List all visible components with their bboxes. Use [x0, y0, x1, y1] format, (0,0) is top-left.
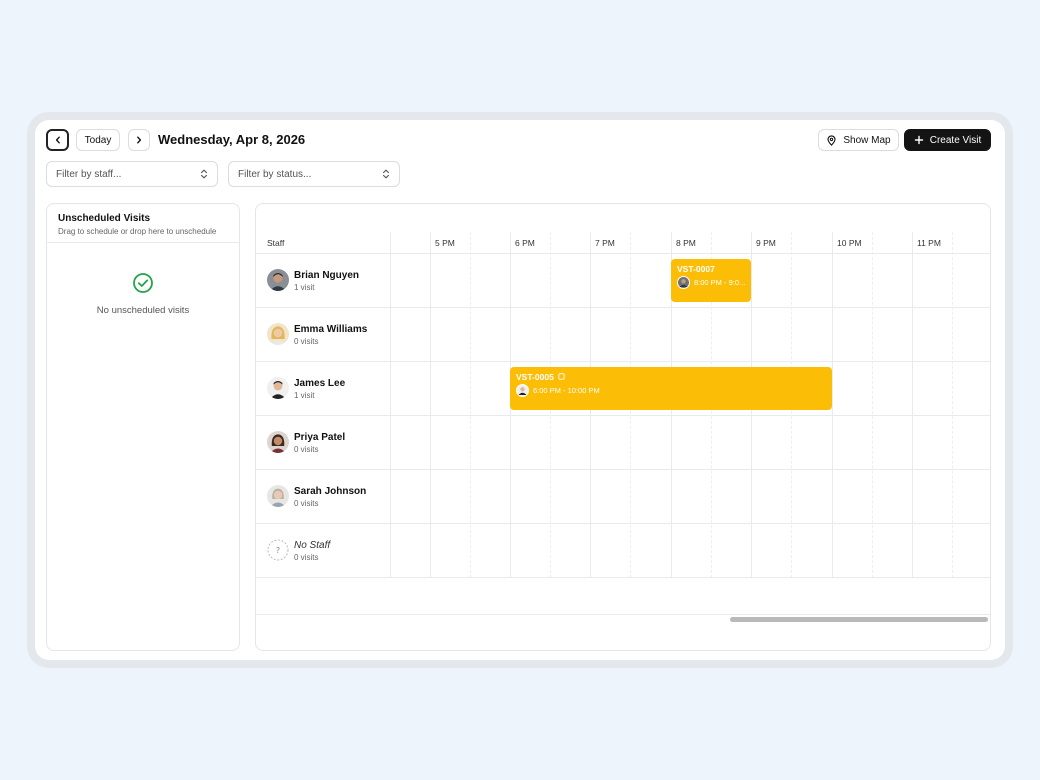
create-visit-label: Create Visit	[929, 134, 982, 146]
map-pin-icon	[827, 134, 836, 146]
unassigned-avatar: ?	[267, 539, 289, 561]
unscheduled-subtitle: Drag to schedule or drop here to unsched…	[58, 227, 217, 236]
visit-block-vst-0007[interactable]: VST-0007 8:00 PM - 9:0...	[671, 259, 751, 302]
visit-count: 1 visit	[294, 391, 315, 400]
staff-name: Brian Nguyen	[294, 270, 360, 281]
staff-row[interactable]: Priya Patel 0 visits	[256, 416, 990, 470]
avatar	[267, 431, 289, 453]
recurring-icon	[558, 373, 565, 380]
staff-row[interactable]: ? No Staff 0 visits	[256, 524, 990, 578]
today-button[interactable]: Today	[76, 129, 120, 151]
visit-id: VST-0007	[677, 264, 715, 274]
staff-name: No Staff	[294, 540, 331, 551]
staff-row[interactable]: Sarah Johnson 0 visits	[256, 470, 990, 524]
avatar	[267, 377, 289, 399]
staff-filter-placeholder: Filter by staff...	[56, 168, 122, 180]
hour-label: 11 PM	[917, 238, 941, 248]
plus-icon	[914, 135, 923, 145]
chevron-right-icon	[137, 136, 142, 144]
chevron-left-icon	[55, 136, 60, 144]
visit-block-vst-0005[interactable]: VST-0005 6:00 PM - 10:00 PM	[510, 367, 832, 410]
visit-count: 0 visits	[294, 337, 319, 346]
svg-text:?: ?	[276, 546, 280, 555]
avatar	[267, 485, 289, 507]
visit-count: 0 visits	[294, 553, 319, 562]
empty-state-text: No unscheduled visits	[96, 305, 190, 316]
staff-row[interactable]: Emma Williams 0 visits	[256, 308, 990, 362]
hour-label: 5 PM	[435, 238, 455, 248]
visit-count: 0 visits	[294, 445, 319, 454]
empty-state: No unscheduled visits	[47, 272, 239, 316]
staff-filter-select[interactable]: Filter by staff...	[46, 161, 218, 187]
staff-name: James Lee	[294, 378, 346, 389]
staff-row[interactable]: Brian Nguyen 1 visit	[256, 254, 990, 308]
visit-id: VST-0005	[516, 372, 826, 382]
hour-label: 6 PM	[515, 238, 535, 248]
scrollbar-thumb[interactable]	[730, 617, 988, 622]
visit-count: 0 visits	[294, 499, 319, 508]
visit-time: 6:00 PM - 10:00 PM	[533, 386, 600, 395]
show-map-button[interactable]: Show Map	[818, 129, 899, 151]
previous-day-button[interactable]	[46, 129, 69, 151]
unscheduled-title: Unscheduled Visits	[58, 213, 151, 224]
unscheduled-visits-panel[interactable]: Unscheduled Visits Drag to schedule or d…	[46, 203, 240, 651]
hour-label: 8 PM	[676, 238, 696, 248]
visit-count: 1 visit	[294, 283, 315, 292]
schedule-grid[interactable]: Staff 5 PM 6 PM 7 PM 8 PM 9 PM 10 PM 11 …	[255, 203, 991, 651]
avatar	[267, 269, 289, 291]
check-circle-icon	[133, 273, 153, 293]
timeline-header: Staff 5 PM 6 PM 7 PM 8 PM 9 PM 10 PM 11 …	[256, 232, 990, 254]
unscheduled-header: Unscheduled Visits Drag to schedule or d…	[47, 204, 239, 243]
staff-name: Emma Williams	[294, 324, 368, 335]
hour-label: 7 PM	[595, 238, 615, 248]
staff-name: Priya Patel	[294, 432, 346, 443]
staff-name: Sarah Johnson	[294, 486, 367, 497]
status-filter-placeholder: Filter by status...	[238, 168, 312, 180]
create-visit-button[interactable]: Create Visit	[904, 129, 991, 151]
chevron-up-down-icon	[382, 169, 390, 179]
assignee-avatar	[677, 276, 690, 289]
show-map-label: Show Map	[843, 134, 891, 146]
visit-id-text: VST-0005	[516, 372, 554, 382]
status-filter-select[interactable]: Filter by status...	[228, 161, 400, 187]
staff-column-header: Staff	[267, 238, 285, 248]
assignee-avatar	[516, 384, 529, 397]
hour-label: 9 PM	[756, 238, 776, 248]
date-title: Wednesday, Apr 8, 2026	[158, 132, 306, 147]
chevron-up-down-icon	[200, 169, 208, 179]
avatar	[267, 323, 289, 345]
next-day-button[interactable]	[128, 129, 150, 151]
question-mark-icon: ?	[267, 539, 289, 561]
visit-time: 8:00 PM - 9:0...	[694, 278, 745, 287]
hour-label: 10 PM	[837, 238, 862, 248]
